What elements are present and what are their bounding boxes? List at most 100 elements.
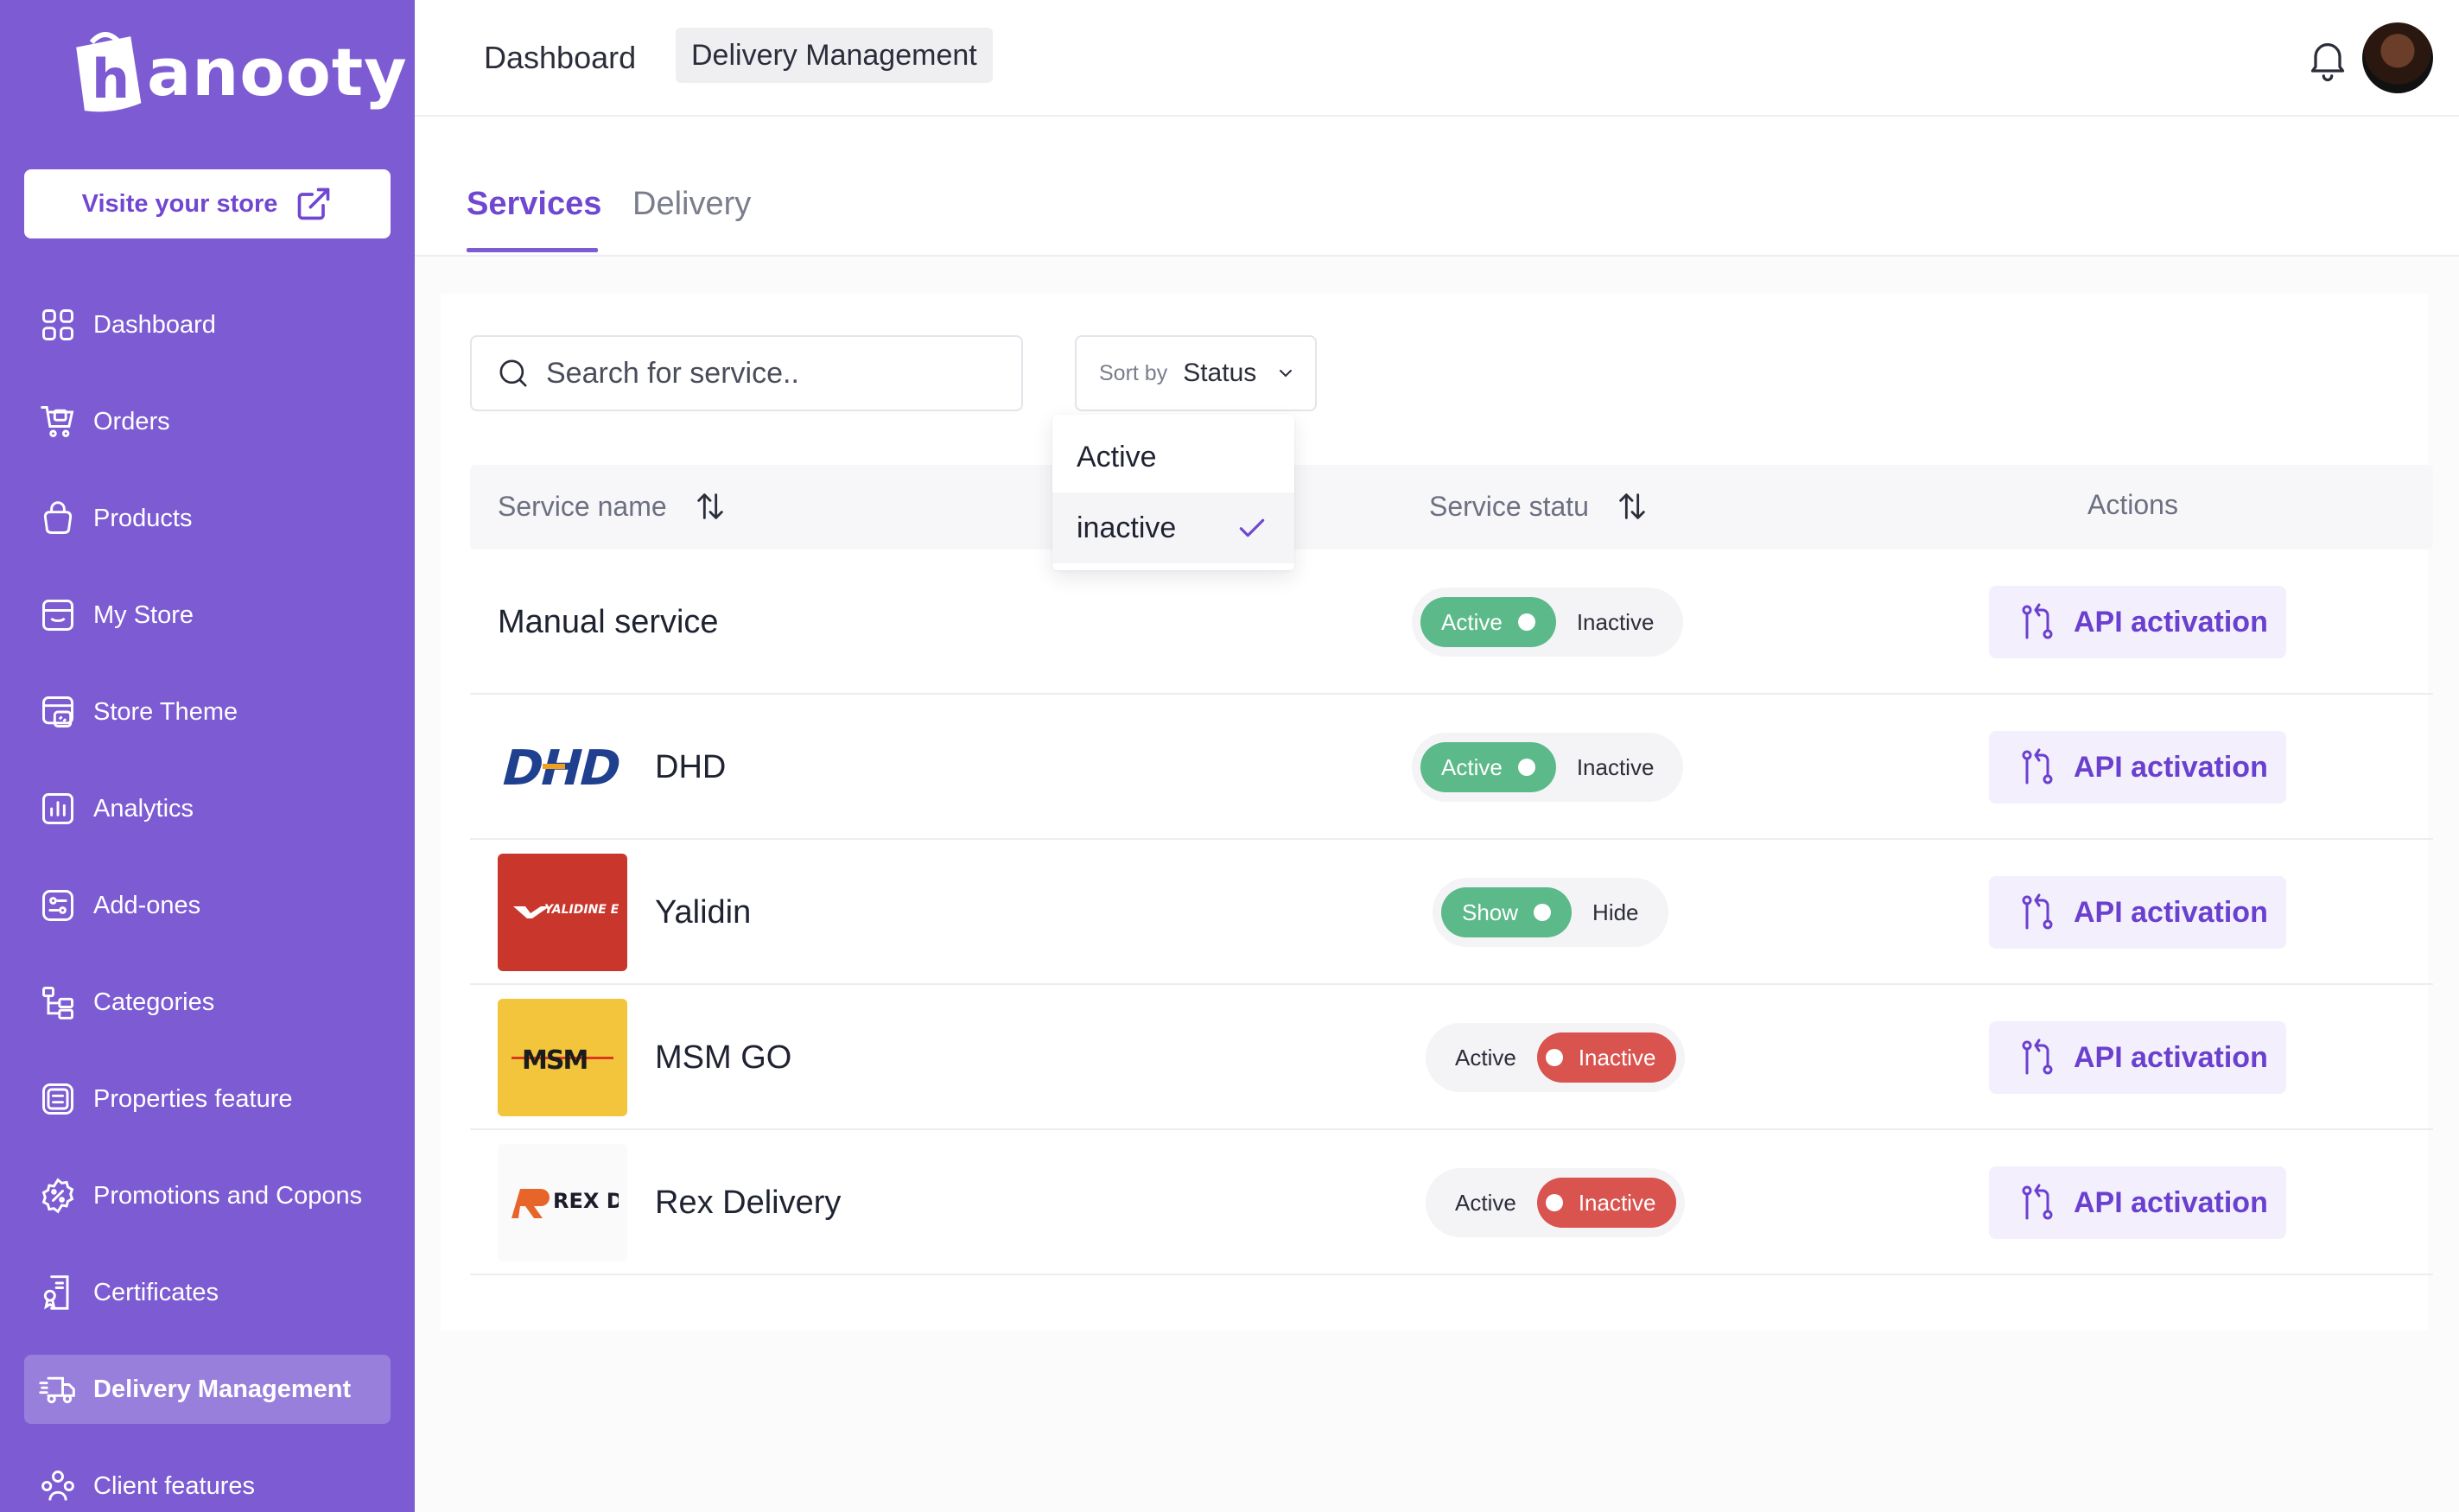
sidebar-item-label: Properties feature — [93, 1084, 293, 1113]
categories-icon — [38, 982, 78, 1022]
api-activation-label: API activation — [2074, 895, 2268, 929]
sidebar-item-label: Promotions and Copons — [93, 1181, 363, 1210]
table-row: Manual service Active Inactive API activ… — [470, 550, 2433, 695]
visibility-toggle[interactable]: Show Hide — [1433, 878, 1668, 947]
dashboard-grid-icon — [38, 305, 78, 345]
status-toggle[interactable]: Active Inactive — [1426, 1168, 1686, 1237]
tab-delivery[interactable]: Delivery — [632, 186, 751, 223]
sidebar-item-delivery-management[interactable]: Delivery Management — [24, 1355, 391, 1424]
visit-store-button[interactable]: Visite your store — [24, 169, 391, 238]
sidebar-item-analytics[interactable]: Analytics — [24, 774, 391, 843]
tab-services[interactable]: Services — [467, 186, 601, 223]
sidebar-item-certificates[interactable]: Certificates — [24, 1258, 391, 1327]
visit-store-label: Visite your store — [81, 189, 278, 218]
sort-option-inactive[interactable]: inactive — [1052, 492, 1294, 563]
api-activation-button[interactable]: API activation — [1989, 876, 2286, 949]
theme-icon — [38, 692, 78, 732]
toggle-option-hide[interactable]: Hide — [1572, 887, 1659, 937]
toggle-option-active[interactable]: Active — [1420, 742, 1556, 792]
table-header: Service name Service statu Actions — [470, 465, 2433, 550]
tabs-bar: Services Delivery — [415, 117, 2459, 257]
toggle-label: Inactive — [1578, 1044, 1656, 1070]
status-toggle[interactable]: Active Inactive — [1412, 733, 1684, 802]
api-activation-button[interactable]: API activation — [1989, 731, 2286, 804]
promotion-icon — [38, 1176, 78, 1216]
status-toggle[interactable]: Active Inactive — [1426, 1023, 1686, 1092]
msm-go-logo: MSM — [498, 999, 627, 1116]
sidebar-item-promotions[interactable]: Promotions and Copons — [24, 1161, 391, 1230]
sort-value: Status — [1183, 359, 1257, 387]
toggle-option-active[interactable]: Active — [1434, 1032, 1537, 1083]
sort-arrows-icon — [1619, 493, 1645, 519]
chevron-down-icon — [1280, 370, 1293, 378]
column-actions: Actions — [2087, 489, 2178, 521]
toggle-option-inactive[interactable]: Inactive — [1556, 742, 1675, 792]
brand-logo[interactable]: h anooty — [74, 22, 407, 118]
service-name: DHD — [655, 748, 727, 785]
sort-option-active[interactable]: Active — [1052, 422, 1294, 492]
sidebar-item-products[interactable]: Products — [24, 484, 391, 553]
service-name: Manual service — [498, 603, 719, 640]
toggle-knob — [1545, 1049, 1563, 1066]
sort-label: Sort by — [1099, 360, 1168, 385]
svg-text:REX DELIVERY: REX DELIVERY — [553, 1189, 619, 1213]
sidebar-item-label: Categories — [93, 988, 215, 1016]
column-label: Service name — [498, 490, 667, 522]
sidebar-item-orders[interactable]: Orders — [24, 387, 391, 456]
service-name-cell: Manual service — [498, 550, 719, 695]
check-icon — [1239, 518, 1265, 537]
sidebar-item-label: Dashboard — [93, 310, 216, 339]
sidebar-item-dashboard[interactable]: Dashboard — [24, 290, 391, 359]
sidebar-item-my-store[interactable]: My Store — [24, 581, 391, 650]
toggle-option-active[interactable]: Active — [1434, 1178, 1537, 1228]
api-activation-label: API activation — [2074, 750, 2268, 784]
sidebar-item-properties-feature[interactable]: Properties feature — [24, 1064, 391, 1134]
brand-name: anooty — [147, 33, 408, 111]
shopping-bag-logo-icon: h — [74, 25, 142, 115]
sidebar-item-client-features[interactable]: Client features — [24, 1452, 391, 1512]
top-header: Dashboard Delivery Management — [415, 0, 2459, 117]
api-activation-button[interactable]: API activation — [1989, 1166, 2286, 1239]
column-service-name[interactable]: Service name — [498, 489, 728, 524]
sidebar-item-categories[interactable]: Categories — [24, 968, 391, 1037]
breadcrumb-delivery-management[interactable]: Delivery Management — [676, 28, 993, 83]
properties-icon — [38, 1079, 78, 1119]
svg-text:YALIDINE EXPRESS: YALIDINE EXPRESS — [544, 903, 619, 917]
api-activation-button[interactable]: API activation — [1989, 1021, 2286, 1094]
column-service-status[interactable]: Service statu — [1429, 489, 1649, 524]
sidebar-item-label: Delivery Management — [93, 1375, 352, 1403]
api-activation-button[interactable]: API activation — [1989, 586, 2286, 658]
toggle-option-inactive[interactable]: Inactive — [1556, 597, 1675, 647]
toggle-option-inactive[interactable]: Inactive — [1536, 1032, 1677, 1083]
users-icon — [38, 1466, 78, 1506]
sidebar-item-store-theme[interactable]: Store Theme — [24, 677, 391, 746]
sort-dropdown-menu: Active inactive — [1052, 415, 1294, 570]
search-input[interactable] — [546, 356, 995, 391]
git-compare-icon — [2022, 893, 2053, 930]
status-toggle[interactable]: Active Inactive — [1412, 588, 1684, 657]
cart-icon — [38, 402, 78, 442]
service-name: Yalidin — [655, 893, 752, 931]
toggle-option-inactive[interactable]: Inactive — [1536, 1178, 1677, 1228]
dhd-logo: DHD — [498, 708, 627, 826]
bag-icon — [38, 499, 78, 538]
toggle-knob — [1517, 759, 1535, 776]
service-name-cell: YALIDINE EXPRESS Yalidin — [498, 840, 751, 985]
analytics-icon — [38, 789, 78, 829]
sort-option-label: Active — [1077, 440, 1157, 473]
bell-icon[interactable] — [2303, 35, 2352, 83]
git-compare-icon — [2022, 748, 2053, 785]
table-row: REX DELIVERY Rex Delivery Active Inactiv… — [470, 1130, 2433, 1275]
service-name-cell: MSM MSM GO — [498, 985, 791, 1130]
service-name: MSM GO — [655, 1039, 792, 1076]
search-box[interactable] — [470, 335, 1023, 411]
toggle-option-show[interactable]: Show — [1441, 887, 1573, 937]
toggle-label: Active — [1441, 753, 1503, 780]
breadcrumb-dashboard[interactable]: Dashboard — [484, 40, 636, 76]
sidebar-item-add-ones[interactable]: Add-ones — [24, 871, 391, 940]
yalidine-logo: YALIDINE EXPRESS — [498, 854, 627, 971]
toggle-option-active[interactable]: Active — [1420, 597, 1556, 647]
sort-select[interactable]: Sort by Status — [1075, 335, 1317, 411]
table-row: YALIDINE EXPRESS Yalidin Show Hide API a… — [470, 840, 2433, 985]
avatar[interactable] — [2362, 22, 2433, 93]
